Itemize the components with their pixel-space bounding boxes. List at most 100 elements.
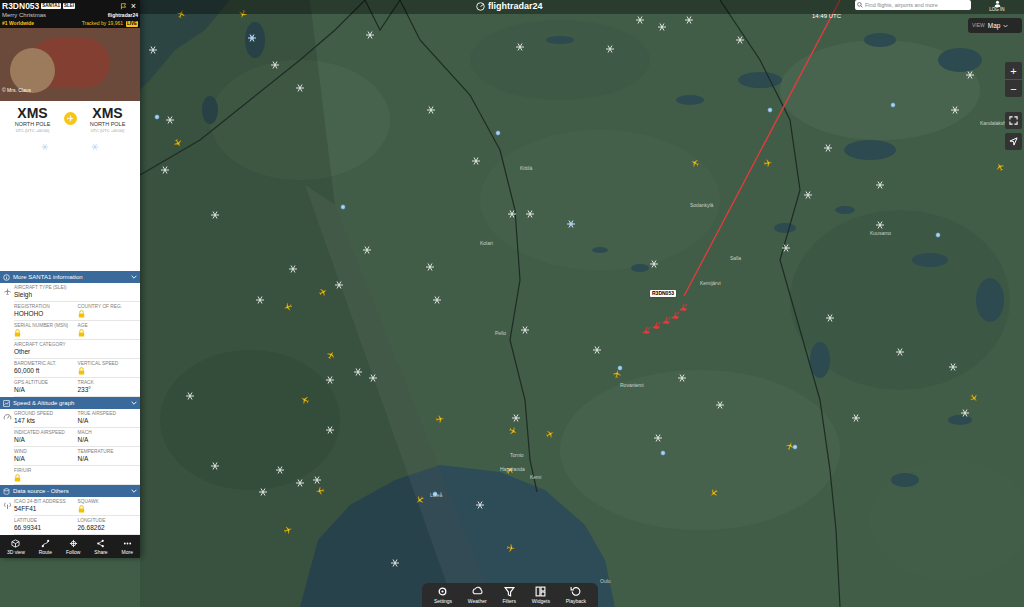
view-selector[interactable]: VIEWMap — [968, 18, 1022, 33]
login-label[interactable]: LOG IN — [989, 7, 1004, 13]
field-value: N/A — [78, 436, 89, 444]
search-box[interactable] — [855, 0, 971, 10]
aircraft-icon[interactable] — [414, 495, 425, 506]
toolbar-label[interactable]: Widgets — [532, 598, 550, 604]
action-button[interactable]: More — [122, 539, 133, 555]
action-label[interactable]: Route — [39, 549, 52, 555]
aircraft-icon[interactable] — [315, 487, 324, 496]
airport-icon[interactable] — [341, 205, 345, 209]
action-button[interactable]: Share — [94, 539, 107, 555]
airport-icon[interactable] — [661, 451, 665, 455]
map[interactable] — [0, 0, 1024, 607]
aircraft-icon[interactable] — [545, 429, 556, 440]
chevron-icon[interactable] — [131, 275, 137, 279]
chevron-icon[interactable] — [131, 489, 137, 493]
field-value: N/A — [14, 386, 25, 394]
aircraft-icon[interactable] — [764, 159, 773, 168]
view-value[interactable]: Map — [988, 22, 1001, 30]
airport-code: XMS — [92, 106, 122, 121]
toolbar-button[interactable]: Filters — [502, 586, 516, 604]
section-title[interactable]: Speed & Altitude graph — [13, 399, 128, 407]
aircraft-icon[interactable] — [969, 393, 980, 404]
action-label[interactable]: More — [122, 549, 133, 555]
action-button[interactable]: 3D view — [7, 539, 25, 555]
lock-icon — [78, 310, 85, 318]
radar-icon — [476, 2, 485, 11]
field: AIRCRAFT TYPE (SLEI)Sleigh — [14, 285, 75, 299]
aircraft-icon[interactable] — [326, 350, 337, 361]
field-value: HOHOHO — [14, 310, 43, 318]
toolbar-label[interactable]: Playback — [566, 598, 586, 604]
place-label: Kemijärvi — [700, 280, 721, 286]
close-button[interactable]: × — [129, 1, 138, 11]
aircraft-icon[interactable] — [283, 302, 293, 312]
airport[interactable]: XMSNORTH POLEUTC (UTC +00:00) — [80, 106, 135, 133]
section-header[interactable]: Speed & Altitude graph — [0, 397, 140, 409]
zoom-button[interactable]: − — [1005, 80, 1022, 97]
toolbar-label[interactable]: Filters — [502, 598, 516, 604]
action-label[interactable]: Share — [94, 549, 107, 555]
toolbar-button[interactable]: Playback — [566, 586, 586, 604]
aircraft-icon[interactable] — [690, 158, 701, 169]
airport-icon[interactable] — [768, 108, 772, 112]
airport-icon[interactable] — [618, 366, 622, 370]
zoom-button[interactable]: + — [1005, 62, 1022, 79]
aircraft-icon[interactable] — [173, 138, 184, 149]
toolbar-button[interactable]: Weather — [468, 586, 487, 604]
zoom-symbol[interactable]: + — [1010, 65, 1016, 77]
field-row: ICAO 24-BIT ADDRESS54FF41SQUAWK — [14, 497, 140, 516]
airport-icon[interactable] — [496, 131, 500, 135]
aircraft-icon[interactable] — [436, 415, 445, 424]
action-label[interactable]: 3D view — [7, 549, 25, 555]
action-button[interactable]: Route — [39, 539, 52, 555]
lock-icon — [78, 329, 85, 337]
section-title[interactable]: More SANTA1 information — [13, 273, 128, 281]
field-row: FIR/UIR — [14, 466, 140, 485]
locate-button[interactable] — [1005, 133, 1022, 150]
aircraft-photo[interactable]: © Mrs. Claus — [0, 28, 140, 101]
flight-label[interactable]: R3DN053 — [650, 290, 676, 297]
aircraft-icon[interactable] — [283, 525, 293, 535]
flag-icon[interactable] — [120, 3, 127, 10]
login-button[interactable]: LOG IN — [983, 0, 1011, 13]
snowflake-icon — [526, 211, 534, 218]
toolbar-button[interactable]: Settings — [434, 586, 452, 604]
aircraft-icon[interactable] — [613, 369, 622, 378]
aircraft-icon[interactable] — [508, 426, 519, 437]
action-label[interactable]: Follow — [66, 549, 80, 555]
fullscreen-button[interactable] — [1005, 112, 1022, 129]
location-arrow-icon — [1009, 137, 1018, 146]
snowflake-icon — [296, 480, 304, 487]
field-value: Sleigh — [14, 291, 32, 299]
airport-icon[interactable] — [936, 233, 940, 237]
toolbar-label[interactable]: Settings — [434, 598, 452, 604]
aircraft-icon[interactable] — [318, 287, 329, 298]
search-input[interactable] — [865, 1, 969, 10]
field: TRUE AIRSPEEDN/A — [78, 411, 139, 425]
field-label: GROUND SPEED — [14, 411, 75, 417]
aircraft-icon[interactable] — [507, 544, 516, 553]
airport-icon[interactable] — [891, 103, 895, 107]
zoom-symbol[interactable]: − — [1010, 83, 1016, 95]
logo-text[interactable]: flightradar24 — [488, 1, 543, 12]
toolbar-label[interactable]: Weather — [468, 598, 487, 604]
section-header[interactable]: Data source - Others — [0, 485, 140, 497]
airport-icon[interactable] — [155, 115, 159, 119]
field-label: VERTICAL SPEED — [78, 361, 139, 367]
chevron-icon[interactable] — [131, 401, 137, 405]
place-label: Pello — [495, 330, 506, 336]
section-title[interactable]: Data source - Others — [13, 487, 128, 495]
section-header[interactable]: More SANTA1 information — [0, 271, 140, 283]
logo[interactable]: flightradar24 — [476, 1, 543, 12]
airport-icon[interactable] — [250, 36, 254, 40]
toolbar-button[interactable]: Widgets — [532, 586, 550, 604]
airport[interactable]: XMSNORTH POLEUTC (UTC +00:00) — [5, 106, 60, 133]
action-button[interactable]: Follow — [66, 539, 80, 555]
airport-icon[interactable] — [569, 222, 573, 226]
airport-icon[interactable] — [793, 445, 797, 449]
badge: SLEI — [63, 3, 75, 9]
aircraft-icon[interactable] — [708, 488, 719, 499]
aircraft-icon[interactable] — [300, 395, 311, 406]
aircraft-icon[interactable] — [995, 161, 1006, 172]
field: AGE — [78, 323, 139, 337]
